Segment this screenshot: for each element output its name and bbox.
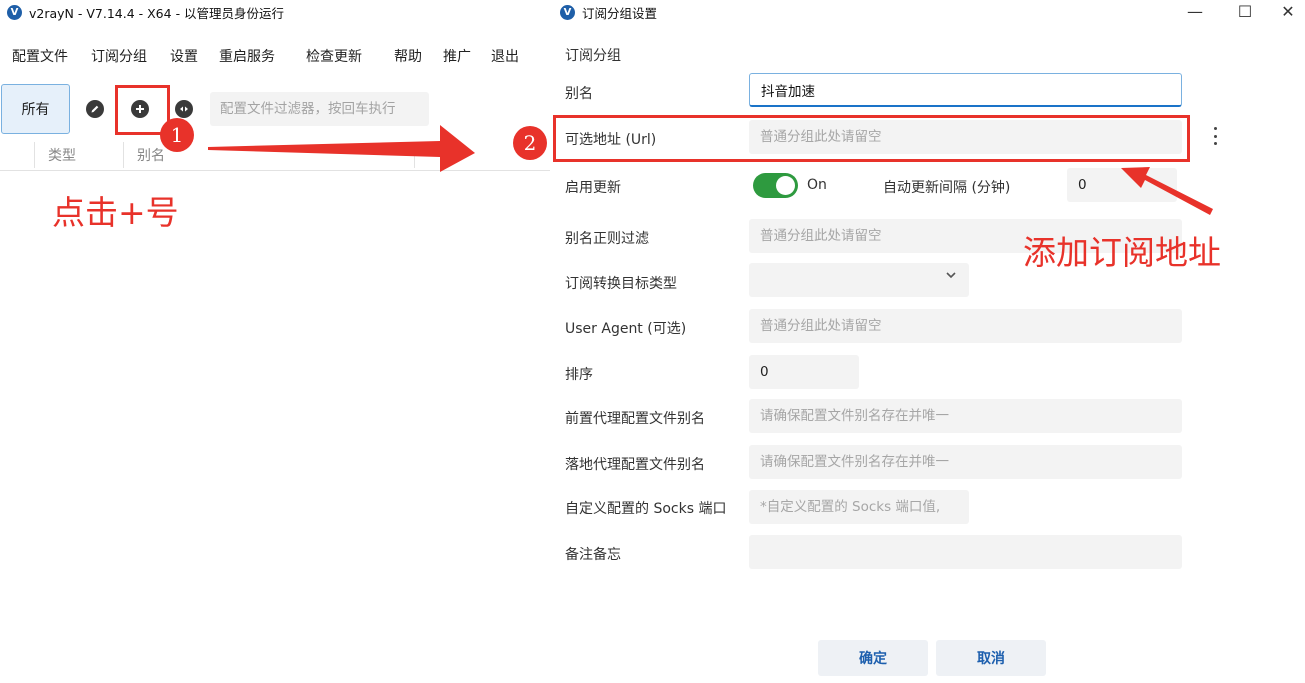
menu-promotion[interactable]: 推广 bbox=[443, 46, 471, 66]
prev-proxy-label: 前置代理配置文件别名 bbox=[565, 411, 705, 427]
more-options-icon[interactable] bbox=[1209, 124, 1221, 148]
step-1-badge: 1 bbox=[160, 118, 194, 152]
column-header-alias[interactable]: 别名 bbox=[137, 145, 165, 165]
cancel-button[interactable]: 取消 bbox=[936, 640, 1046, 676]
pencil-icon[interactable] bbox=[86, 100, 104, 118]
menu-subscription-groups[interactable]: 订阅分组 bbox=[91, 46, 147, 66]
v2rayn-logo-icon: V bbox=[7, 4, 22, 20]
sort-input[interactable] bbox=[749, 355, 859, 389]
menubar: 配置文件 订阅分组 设置 重启服务 检查更新 帮助 推广 退出 bbox=[0, 46, 550, 66]
column-divider[interactable] bbox=[414, 142, 415, 168]
step-2-caption: 添加订阅地址 bbox=[1023, 233, 1221, 272]
dialog-title: 订阅分组设置 bbox=[582, 5, 658, 21]
close-icon[interactable]: ✕ bbox=[1278, 2, 1298, 21]
remarks-label: 备注备忘 bbox=[565, 547, 621, 563]
enable-update-state: On bbox=[807, 177, 827, 193]
toggle-knob bbox=[776, 176, 795, 195]
column-divider[interactable] bbox=[123, 142, 124, 168]
remarks-input[interactable] bbox=[749, 535, 1182, 569]
menu-restart-service[interactable]: 重启服务 bbox=[219, 46, 275, 66]
v2rayn-logo-icon: V bbox=[560, 4, 575, 20]
all-groups-label: 所有 bbox=[21, 102, 50, 118]
auto-interval-input[interactable] bbox=[1067, 168, 1177, 202]
alias-regex-label: 别名正则过滤 bbox=[565, 231, 649, 247]
alias-input[interactable] bbox=[749, 73, 1182, 107]
chevron-down-icon bbox=[945, 269, 957, 285]
share-icon[interactable] bbox=[175, 100, 193, 118]
subscription-group-dialog: V 订阅分组设置 — ☐ ✕ 订阅分组 别名 可选地址 (Url) 启用更新 O… bbox=[550, 0, 1305, 683]
convert-target-label: 订阅转换目标类型 bbox=[565, 276, 677, 292]
auto-interval-label: 自动更新间隔 (分钟) bbox=[883, 180, 1011, 196]
profile-filter-input[interactable] bbox=[210, 92, 429, 126]
menu-settings[interactable]: 设置 bbox=[170, 46, 198, 66]
socks-port-input[interactable] bbox=[749, 490, 969, 524]
column-divider[interactable] bbox=[34, 142, 35, 168]
step-2-badge: 2 bbox=[513, 126, 547, 160]
group-toolbar: 所有 bbox=[0, 84, 550, 134]
sort-label: 排序 bbox=[565, 367, 593, 383]
menu-help[interactable]: 帮助 bbox=[394, 46, 422, 66]
maximize-icon[interactable]: ☐ bbox=[1235, 2, 1255, 21]
minimize-icon[interactable]: — bbox=[1185, 2, 1205, 21]
main-window: V v2rayN - V7.14.4 - X64 - 以管理员身份运行 配置文件… bbox=[0, 0, 550, 683]
menu-profiles[interactable]: 配置文件 bbox=[12, 46, 68, 66]
section-title: 订阅分组 bbox=[565, 48, 621, 64]
menu-exit[interactable]: 退出 bbox=[491, 46, 519, 66]
landing-proxy-input[interactable] bbox=[749, 445, 1182, 479]
all-groups-tab[interactable]: 所有 bbox=[1, 84, 70, 134]
main-window-title: v2rayN - V7.14.4 - X64 - 以管理员身份运行 bbox=[29, 5, 285, 21]
main-titlebar: V v2rayN - V7.14.4 - X64 - 以管理员身份运行 bbox=[0, 0, 550, 24]
user-agent-input[interactable] bbox=[749, 309, 1182, 343]
ok-button[interactable]: 确定 bbox=[818, 640, 928, 676]
socks-port-label: 自定义配置的 Socks 端口 bbox=[565, 501, 727, 517]
enable-update-toggle[interactable] bbox=[753, 173, 798, 198]
enable-update-label: 启用更新 bbox=[565, 180, 621, 196]
alias-label: 别名 bbox=[565, 86, 593, 102]
step-1-caption: 点击+号 bbox=[52, 193, 179, 232]
landing-proxy-label: 落地代理配置文件别名 bbox=[565, 457, 705, 473]
menu-check-update[interactable]: 检查更新 bbox=[306, 46, 362, 66]
user-agent-label: User Agent (可选) bbox=[565, 321, 687, 337]
prev-proxy-input[interactable] bbox=[749, 399, 1182, 433]
convert-target-select[interactable] bbox=[749, 263, 969, 297]
profile-list-header: 类型 别名 bbox=[0, 140, 550, 171]
column-header-type[interactable]: 类型 bbox=[48, 145, 76, 165]
highlight-url-row bbox=[553, 115, 1190, 162]
